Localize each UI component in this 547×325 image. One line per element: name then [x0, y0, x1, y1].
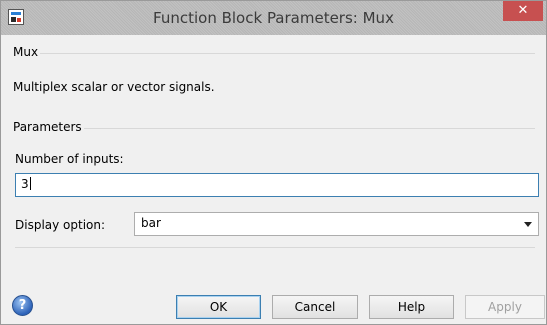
- parameters-group-bottom: [15, 247, 535, 248]
- number-of-inputs-field[interactable]: 3: [15, 173, 539, 197]
- help-question-icon[interactable]: ?: [12, 295, 33, 316]
- mux-group-border: [15, 53, 535, 54]
- dropdown-arrow-icon: [524, 222, 532, 227]
- block-description: Multiplex scalar or vector signals.: [13, 80, 215, 94]
- dialog-window: Function Block Parameters: Mux ✕ Mux Mul…: [0, 0, 547, 325]
- display-option-select[interactable]: bar: [134, 212, 539, 236]
- display-option-value: bar: [141, 216, 161, 230]
- parameters-group-label: Parameters: [11, 120, 84, 134]
- title-bar[interactable]: Function Block Parameters: Mux ✕: [1, 1, 546, 35]
- parameters-group-border: [15, 128, 535, 129]
- text-caret: [29, 177, 31, 190]
- number-of-inputs-label: Number of inputs:: [15, 152, 124, 166]
- window-title: Function Block Parameters: Mux: [153, 9, 394, 27]
- ok-button[interactable]: OK: [176, 295, 261, 319]
- mux-group-label: Mux: [11, 45, 41, 59]
- close-icon[interactable]: ✕: [503, 1, 543, 21]
- display-option-label: Display option:: [15, 218, 106, 232]
- apply-button[interactable]: Apply: [465, 295, 545, 319]
- help-button[interactable]: Help: [369, 295, 454, 319]
- number-of-inputs-value: 3: [21, 177, 29, 191]
- cancel-button[interactable]: Cancel: [272, 295, 358, 319]
